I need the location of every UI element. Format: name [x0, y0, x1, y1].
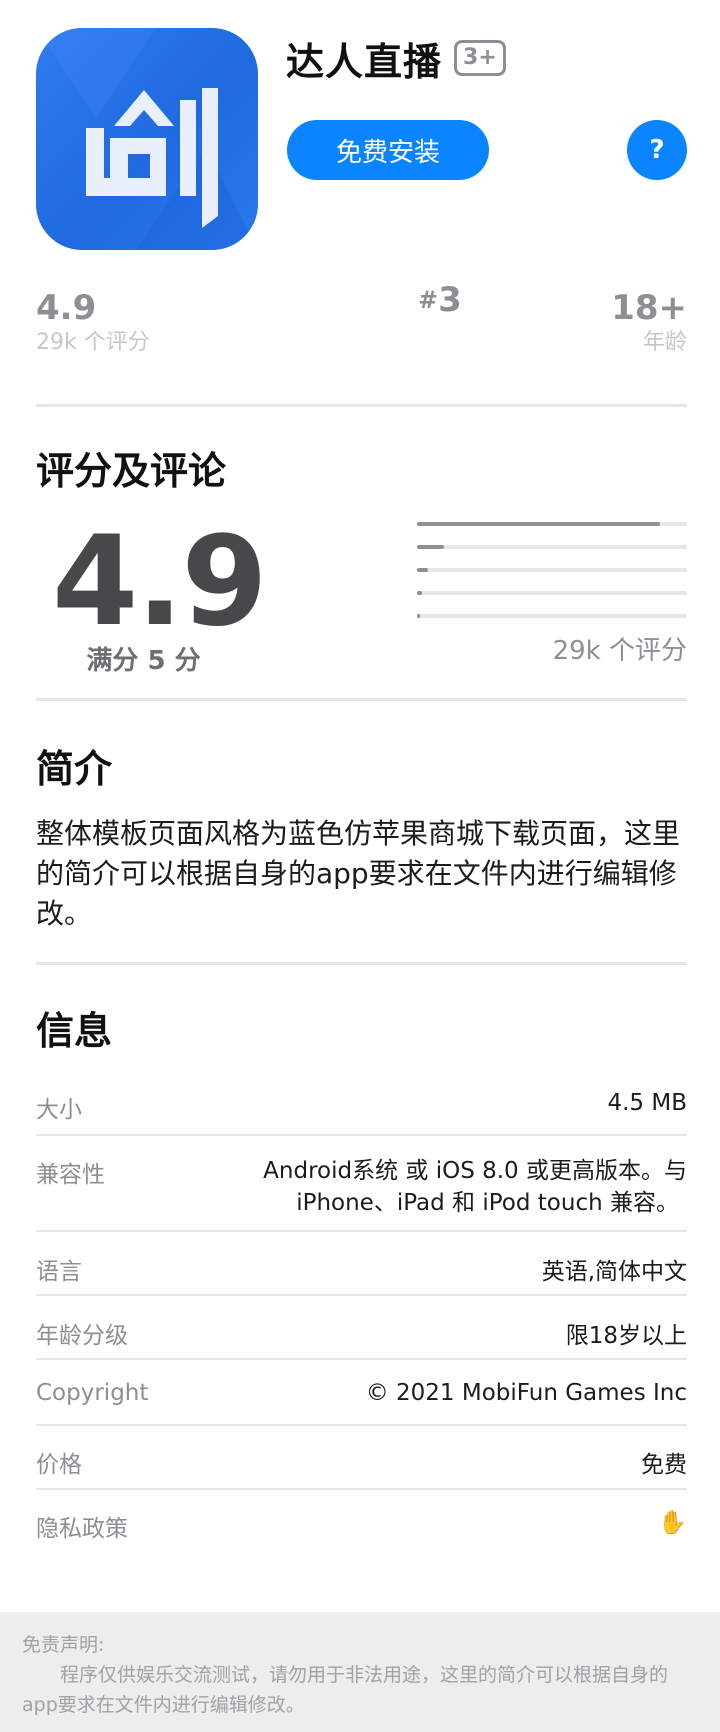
compat-line-2: iPhone、iPad 和 iPod touch 兼容。	[296, 1190, 679, 1216]
info-row-price: 价格 免费	[36, 1445, 687, 1479]
row-divider	[36, 1230, 687, 1232]
info-value: © 2021 MobiFun Games Inc	[365, 1380, 687, 1406]
divider	[36, 698, 687, 701]
disclaimer-footer: 免责声明: 程序仅供娱乐交流测试，请勿用于非法用途，这里的简介可以根据自身的ap…	[0, 1612, 720, 1732]
divider	[36, 962, 687, 965]
info-row-privacy[interactable]: 隐私政策 ✋	[36, 1509, 687, 1543]
info-row-compatibility: 兼容性 Android系统 或 iOS 8.0 或更高版本。与 iPhone、i…	[36, 1155, 687, 1219]
divider	[36, 404, 687, 407]
info-value: 英语,简体中文	[541, 1259, 687, 1285]
ratings-out-of: 满分 5 分	[86, 646, 201, 676]
rank-value: 3	[438, 280, 462, 320]
info-value: 4.5 MB	[607, 1090, 687, 1116]
row-divider	[36, 1294, 687, 1296]
rating-bar-fill	[417, 568, 428, 572]
rating-bar-fill	[417, 545, 444, 549]
help-button[interactable]: ?	[627, 120, 687, 180]
rating-bar-3	[417, 568, 687, 572]
info-label: 年龄分级	[36, 1323, 128, 1349]
rating-bar-5	[417, 522, 687, 526]
info-row-age-rating: 年龄分级 限18岁以上	[36, 1316, 687, 1350]
info-label: Copyright	[36, 1380, 149, 1406]
info-row-size: 大小 4.5 MB	[36, 1090, 687, 1124]
stat-age-label: 年龄	[642, 330, 687, 355]
stat-rating-count: 29k 个评分	[36, 330, 150, 355]
rating-bar-fill	[417, 591, 423, 595]
intro-text: 整体模板页面风格为蓝色仿苹果商城下载页面，这里的简介可以根据自身的app要求在文…	[36, 817, 681, 930]
ratings-section-title: 评分及评论	[36, 449, 227, 493]
intro-section-title: 简介	[36, 747, 113, 791]
info-row-language: 语言 英语,简体中文	[36, 1252, 687, 1286]
ratings-count: 29k 个评分	[552, 636, 687, 666]
stat-rank: #3	[418, 280, 462, 320]
info-label: 隐私政策	[36, 1516, 128, 1542]
rating-bar-1	[417, 614, 687, 618]
info-label: 价格	[36, 1452, 82, 1478]
disclaimer-heading: 免责声明:	[22, 1634, 105, 1656]
info-value: 免费	[641, 1452, 687, 1478]
info-value: 限18岁以上	[565, 1323, 687, 1349]
info-section-title: 信息	[36, 1009, 113, 1053]
info-label: 兼容性	[36, 1162, 105, 1188]
row-divider	[36, 1134, 687, 1136]
stat-rating-value: 4.9	[36, 288, 97, 328]
hand-icon[interactable]: ✋	[658, 1509, 687, 1543]
compat-line-1: Android系统 或 iOS 8.0 或更高版本。与	[263, 1158, 687, 1184]
age-rating-badge: 3+	[454, 40, 506, 76]
info-value: Android系统 或 iOS 8.0 或更高版本。与 iPhone、iPad …	[263, 1155, 687, 1219]
install-button[interactable]: 免费安装	[287, 120, 489, 180]
info-label: 大小	[36, 1097, 82, 1123]
stat-rating: 4.9 29k 个评分	[36, 288, 150, 358]
app-title-row: 达人直播 3+	[286, 34, 506, 84]
app-logo-icon	[36, 28, 258, 250]
rating-bar-fill	[417, 614, 420, 618]
ratings-score: 4.9	[52, 510, 268, 654]
rank-hash: #	[418, 286, 439, 314]
app-title: 达人直播	[286, 39, 443, 84]
row-divider	[36, 1424, 687, 1426]
disclaimer-text: 程序仅供娱乐交流测试，请勿用于非法用途，这里的简介可以根据自身的app要求在文件…	[22, 1664, 669, 1716]
info-row-copyright: Copyright © 2021 MobiFun Games Inc	[36, 1380, 687, 1406]
row-divider	[36, 1488, 687, 1490]
rating-bar-fill	[417, 522, 660, 526]
row-divider	[36, 1358, 687, 1360]
stat-age-value: 18+	[611, 288, 687, 328]
rating-bar-4	[417, 545, 687, 549]
app-icon	[36, 28, 258, 250]
stat-age: 18+ 年龄	[611, 288, 687, 358]
rating-distribution	[417, 522, 687, 637]
rating-bar-2	[417, 591, 687, 595]
info-label: 语言	[36, 1259, 82, 1285]
